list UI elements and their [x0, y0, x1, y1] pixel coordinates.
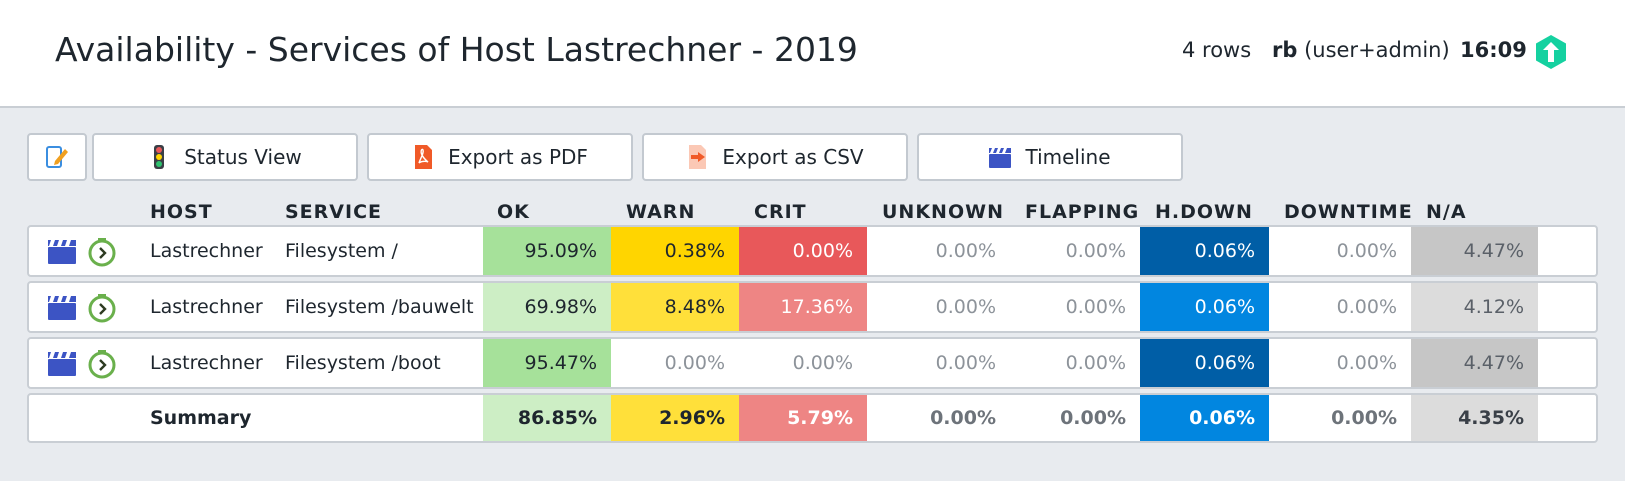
page-header: Availability - Services of Host Lastrech… [0, 0, 1625, 108]
summary-ok-cell: 86.85% [483, 395, 611, 441]
service-cell[interactable]: Filesystem /boot [285, 339, 485, 387]
column-header-warn[interactable]: WARN [626, 201, 695, 223]
availability-history-icon[interactable] [87, 293, 117, 323]
flapping-cell: 0.00% [1065, 352, 1126, 374]
column-header-na[interactable]: N/A [1426, 201, 1467, 223]
clapperboard-icon [989, 148, 1012, 168]
table-row: Lastrechner Filesystem /bauwelt 69.98% 8… [27, 281, 1598, 333]
host-cell[interactable]: Lastrechner [150, 339, 290, 387]
edit-view-button[interactable] [27, 133, 87, 181]
timeline-clapperboard-icon[interactable] [47, 237, 77, 265]
export-pdf-button[interactable]: Export as PDF [367, 133, 633, 181]
summary-na-cell: 4.35% [1411, 395, 1538, 441]
summary-row: Summary 86.85% 2.96% 5.79% 0.00% 0.00% 0… [27, 393, 1598, 443]
downtime-cell: 0.00% [1336, 240, 1397, 262]
host-cell[interactable]: Lastrechner [150, 283, 290, 331]
column-header-hdown[interactable]: H.DOWN [1155, 201, 1253, 223]
na-cell: 4.12% [1411, 283, 1538, 331]
summary-warn-cell: 2.96% [611, 395, 739, 441]
table-row: Lastrechner Filesystem / 95.09% 0.38% 0.… [27, 225, 1598, 277]
summary-hdown-cell: 0.06% [1140, 395, 1269, 441]
unknown-cell: 0.00% [935, 296, 996, 318]
edit-icon [46, 146, 68, 168]
status-view-label: Status View [184, 145, 302, 169]
clock: 16:09 [1460, 38, 1527, 62]
timeline-label: Timeline [1025, 145, 1111, 169]
hdown-cell: 0.06% [1140, 283, 1269, 331]
export-csv-label: Export as CSV [722, 145, 864, 169]
flapping-cell: 0.00% [1065, 240, 1126, 262]
hdown-cell: 0.06% [1140, 227, 1269, 275]
column-header-flapping[interactable]: FLAPPING [1025, 201, 1139, 223]
availability-history-icon[interactable] [87, 349, 117, 379]
user-info[interactable]: rb (user+admin) [1272, 38, 1450, 62]
export-csv-button[interactable]: Export as CSV [642, 133, 908, 181]
crit-cell: 0.00% [739, 227, 867, 275]
summary-crit-cell: 5.79% [739, 395, 867, 441]
ok-cell: 95.47% [483, 339, 611, 387]
page-title: Availability - Services of Host Lastrech… [55, 30, 858, 69]
pdf-icon [415, 145, 433, 169]
timeline-clapperboard-icon[interactable] [47, 293, 77, 321]
column-header-crit[interactable]: CRIT [754, 201, 807, 223]
ok-cell: 69.98% [483, 283, 611, 331]
column-header-unknown[interactable]: UNKNOWN [882, 201, 1004, 223]
row-count: 4 rows [1182, 38, 1252, 62]
ok-cell: 95.09% [483, 227, 611, 275]
summary-unknown-cell: 0.00% [930, 407, 996, 429]
column-header-host[interactable]: HOST [150, 201, 213, 223]
status-view-button[interactable]: Status View [92, 133, 358, 181]
csv-export-icon [689, 145, 707, 169]
summary-label: Summary [150, 407, 252, 429]
downtime-cell: 0.00% [1336, 352, 1397, 374]
na-cell: 4.47% [1411, 339, 1538, 387]
crit-cell: 17.36% [739, 283, 867, 331]
na-cell: 4.47% [1411, 227, 1538, 275]
table-row: Lastrechner Filesystem /boot 95.47% 0.00… [27, 337, 1598, 389]
unknown-cell: 0.00% [935, 352, 996, 374]
summary-flapping-cell: 0.00% [1060, 407, 1126, 429]
summary-downtime-cell: 0.00% [1331, 407, 1397, 429]
column-header-ok[interactable]: OK [497, 201, 530, 223]
hdown-cell: 0.06% [1140, 339, 1269, 387]
service-cell[interactable]: Filesystem /bauwelt [285, 283, 485, 331]
unknown-cell: 0.00% [935, 240, 996, 262]
user-role: (user+admin) [1297, 38, 1450, 62]
export-pdf-label: Export as PDF [448, 145, 588, 169]
warn-cell: 8.48% [611, 283, 739, 331]
timeline-clapperboard-icon[interactable] [47, 349, 77, 377]
warn-cell: 0.00% [664, 352, 725, 374]
availability-history-icon[interactable] [87, 237, 117, 267]
flapping-cell: 0.00% [1065, 296, 1126, 318]
checkmk-logo-icon[interactable] [1534, 35, 1568, 69]
timeline-button[interactable]: Timeline [917, 133, 1183, 181]
crit-cell: 0.00% [792, 352, 853, 374]
traffic-light-icon [154, 145, 165, 169]
column-header-service[interactable]: SERVICE [285, 201, 382, 223]
user-name: rb [1272, 38, 1298, 62]
host-cell[interactable]: Lastrechner [150, 227, 290, 275]
column-header-downtime[interactable]: DOWNTIME [1284, 201, 1413, 223]
service-cell[interactable]: Filesystem / [285, 227, 485, 275]
warn-cell: 0.38% [611, 227, 739, 275]
downtime-cell: 0.00% [1336, 296, 1397, 318]
